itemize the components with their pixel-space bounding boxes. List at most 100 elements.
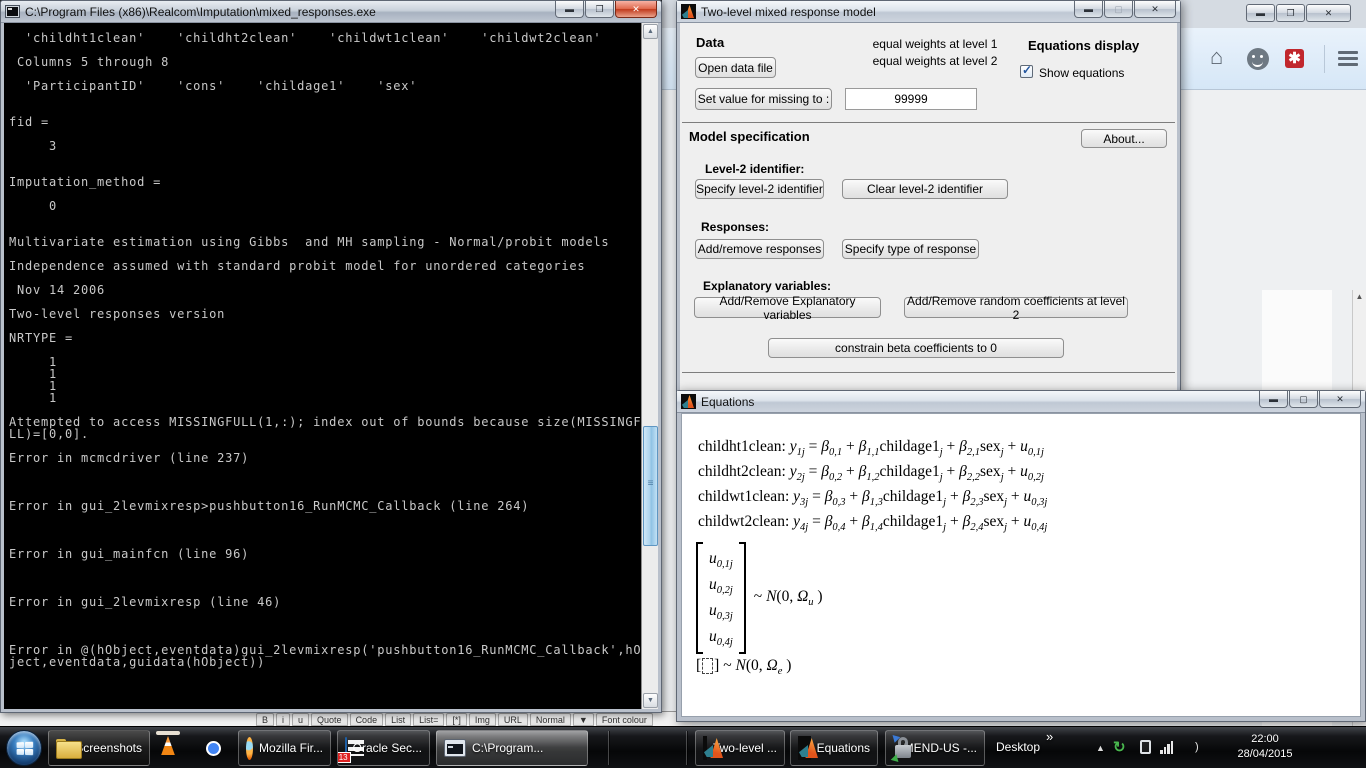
model-dialog-titlebar[interactable]: Two-level mixed response model ▬ ▢ ✕: [677, 1, 1180, 23]
scroll-up-button[interactable]: ▲: [643, 24, 658, 39]
dialog-close-button[interactable]: ✕: [1134, 1, 1176, 18]
equations-maximize-button[interactable]: ▢: [1289, 391, 1318, 408]
specify-level2-button[interactable]: Specify level-2 identifier: [695, 179, 824, 199]
equations-display-heading: Equations display: [1028, 38, 1139, 53]
taskbar-item-screenshots[interactable]: Screenshots: [48, 730, 150, 766]
close-icon: ✕: [1151, 4, 1159, 15]
editor-button[interactable]: i: [276, 713, 290, 726]
clock-date: 28/04/2015: [1220, 747, 1310, 762]
chat-smiley-icon[interactable]: [1247, 48, 1269, 70]
start-button[interactable]: [6, 730, 42, 766]
equations-window: Equations ▬ ▢ ✕ childht1clean: y1j = β0,…: [676, 390, 1366, 722]
e-distribution: [] ~ N(0, Ωe ): [696, 657, 791, 677]
windows-logo-icon: [17, 742, 35, 757]
model-dialog-window: Two-level mixed response model ▬ ▢ ✕ Dat…: [676, 0, 1181, 392]
network-signal-icon[interactable]: [1160, 741, 1173, 754]
console-close-button[interactable]: ✕: [615, 1, 657, 18]
open-data-file-button[interactable]: Open data file: [695, 57, 776, 78]
matlab-icon: [703, 736, 707, 760]
browser-window-controls: ▬ ❐ ✕: [1245, 4, 1351, 22]
editor-button[interactable]: ▼: [573, 713, 594, 726]
section-divider: [682, 122, 1175, 123]
lastpass-icon[interactable]: ✱: [1285, 49, 1304, 68]
console-titlebar[interactable]: C:\Program Files (x86)\Realcom\Imputatio…: [1, 1, 661, 23]
missing-value-input[interactable]: 99999: [845, 88, 977, 110]
left-bracket: [696, 542, 703, 654]
editor-button[interactable]: Font colour: [596, 713, 653, 726]
clear-level2-button[interactable]: Clear level-2 identifier: [842, 179, 1008, 199]
taskbar-item-label: C:\Program...: [472, 741, 543, 755]
editor-button[interactable]: List: [385, 713, 411, 726]
taskbar-item-oracle[interactable]: 13 Oracle Sec...: [337, 730, 430, 766]
scroll-down-button[interactable]: ▼: [643, 693, 658, 708]
show-equations-label: Show equations: [1039, 66, 1124, 80]
taskbar-item-mendus[interactable]: MEND-US -...: [885, 730, 985, 766]
taskbar-item-equations[interactable]: Equations: [790, 730, 878, 766]
dialog-minimize-button[interactable]: ▬: [1074, 1, 1103, 18]
add-remove-random-coefficients-button[interactable]: Add/Remove random coefficients at level …: [904, 297, 1128, 318]
tray-device-icon[interactable]: [1140, 740, 1151, 754]
close-icon: ✕: [1336, 394, 1344, 405]
tray-show-hidden-icon[interactable]: ▲: [1096, 743, 1105, 753]
taskbar-item-twolevel[interactable]: Two-level ...: [695, 730, 785, 766]
editor-button[interactable]: u: [292, 713, 309, 726]
taskbar-item-firefox[interactable]: Mozilla Fir...: [238, 730, 331, 766]
editor-button[interactable]: List=: [413, 713, 444, 726]
about-button[interactable]: About...: [1081, 129, 1167, 148]
toolbar-divider: [1324, 45, 1325, 73]
editor-button[interactable]: [*]: [446, 713, 467, 726]
tray-sync-icon[interactable]: ↻: [1113, 738, 1126, 756]
editor-button[interactable]: URL: [498, 713, 528, 726]
minimize-icon: ▬: [1269, 394, 1278, 404]
editor-button[interactable]: Normal: [530, 713, 571, 726]
set-missing-value-button[interactable]: Set value for missing to :: [695, 88, 832, 110]
console-restore-button[interactable]: ❐: [585, 1, 614, 18]
weights-text: equal weights at level 1 equal weights a…: [830, 36, 1040, 70]
browser-restore-button[interactable]: ❐: [1276, 4, 1305, 22]
restore-icon: ❐: [1286, 8, 1294, 19]
close-icon: ✕: [1325, 8, 1333, 19]
editor-button[interactable]: Quote: [311, 713, 348, 726]
editor-button[interactable]: B: [256, 713, 274, 726]
toolbar-overflow-chevron[interactable]: »: [1046, 729, 1053, 744]
console-scrollbar[interactable]: ▲ ▼: [641, 23, 658, 709]
taskbar-item-console[interactable]: C:\Program...: [436, 730, 588, 766]
menu-icon[interactable]: [1338, 51, 1358, 67]
add-remove-explanatory-button[interactable]: Add/Remove Explanatory variables: [694, 297, 881, 318]
data-heading: Data: [696, 35, 724, 50]
dialog-maximize-button[interactable]: ▢: [1104, 1, 1133, 18]
forum-editor-strip: BiuQuoteCodeListList=[*]ImgURLNormal▼Fon…: [0, 711, 692, 726]
browser-minimize-button[interactable]: ▬: [1246, 4, 1275, 22]
equation-line: childht2clean: y2j = β0,2 + β1,2childage…: [698, 459, 1047, 484]
add-remove-responses-button[interactable]: Add/remove responses: [695, 239, 824, 259]
equations-close-button[interactable]: ✕: [1319, 391, 1361, 408]
editor-button[interactable]: Code: [350, 713, 384, 726]
desktop-toolbar[interactable]: Desktop: [996, 740, 1040, 754]
model-spec-heading: Model specification: [689, 129, 810, 144]
browser-close-button[interactable]: ✕: [1306, 4, 1351, 22]
console-text: 'childht1clean' 'childht2clean' 'childwt…: [9, 32, 649, 668]
constrain-beta-button[interactable]: constrain beta coefficients to 0: [768, 338, 1064, 358]
equations-minimize-button[interactable]: ▬: [1259, 391, 1288, 408]
taskbar: Screenshots Mozilla Fir... 13 Oracle Sec…: [0, 726, 1366, 768]
taskbar-divider: [608, 731, 609, 765]
equations-titlebar[interactable]: Equations ▬ ▢ ✕: [677, 391, 1365, 413]
minimize-icon: ▬: [1256, 8, 1265, 18]
console-minimize-button[interactable]: ▬: [555, 1, 584, 18]
maximize-icon: ▢: [1299, 394, 1308, 405]
taskbar-divider: [686, 731, 687, 765]
u-vector-row: u0,1j: [709, 546, 733, 572]
taskbar-item-label: Screenshots: [75, 741, 142, 755]
home-icon[interactable]: ⌂: [1210, 44, 1223, 70]
notification-badge: 13: [337, 752, 351, 763]
specify-type-response-button[interactable]: Specify type of response: [842, 239, 979, 259]
show-equations-checkbox[interactable]: [1020, 65, 1033, 78]
u-vector-row: u0,4j: [709, 624, 733, 650]
scrollbar-thumb[interactable]: [643, 426, 658, 546]
scroll-up-icon[interactable]: ▲: [1354, 292, 1365, 301]
editor-button[interactable]: Img: [469, 713, 496, 726]
lock-sync-icon: [893, 736, 898, 760]
console-title: C:\Program Files (x86)\Realcom\Imputatio…: [25, 5, 376, 19]
taskbar-clock[interactable]: 22:00 28/04/2015: [1220, 732, 1310, 762]
close-icon: ✕: [632, 4, 640, 15]
